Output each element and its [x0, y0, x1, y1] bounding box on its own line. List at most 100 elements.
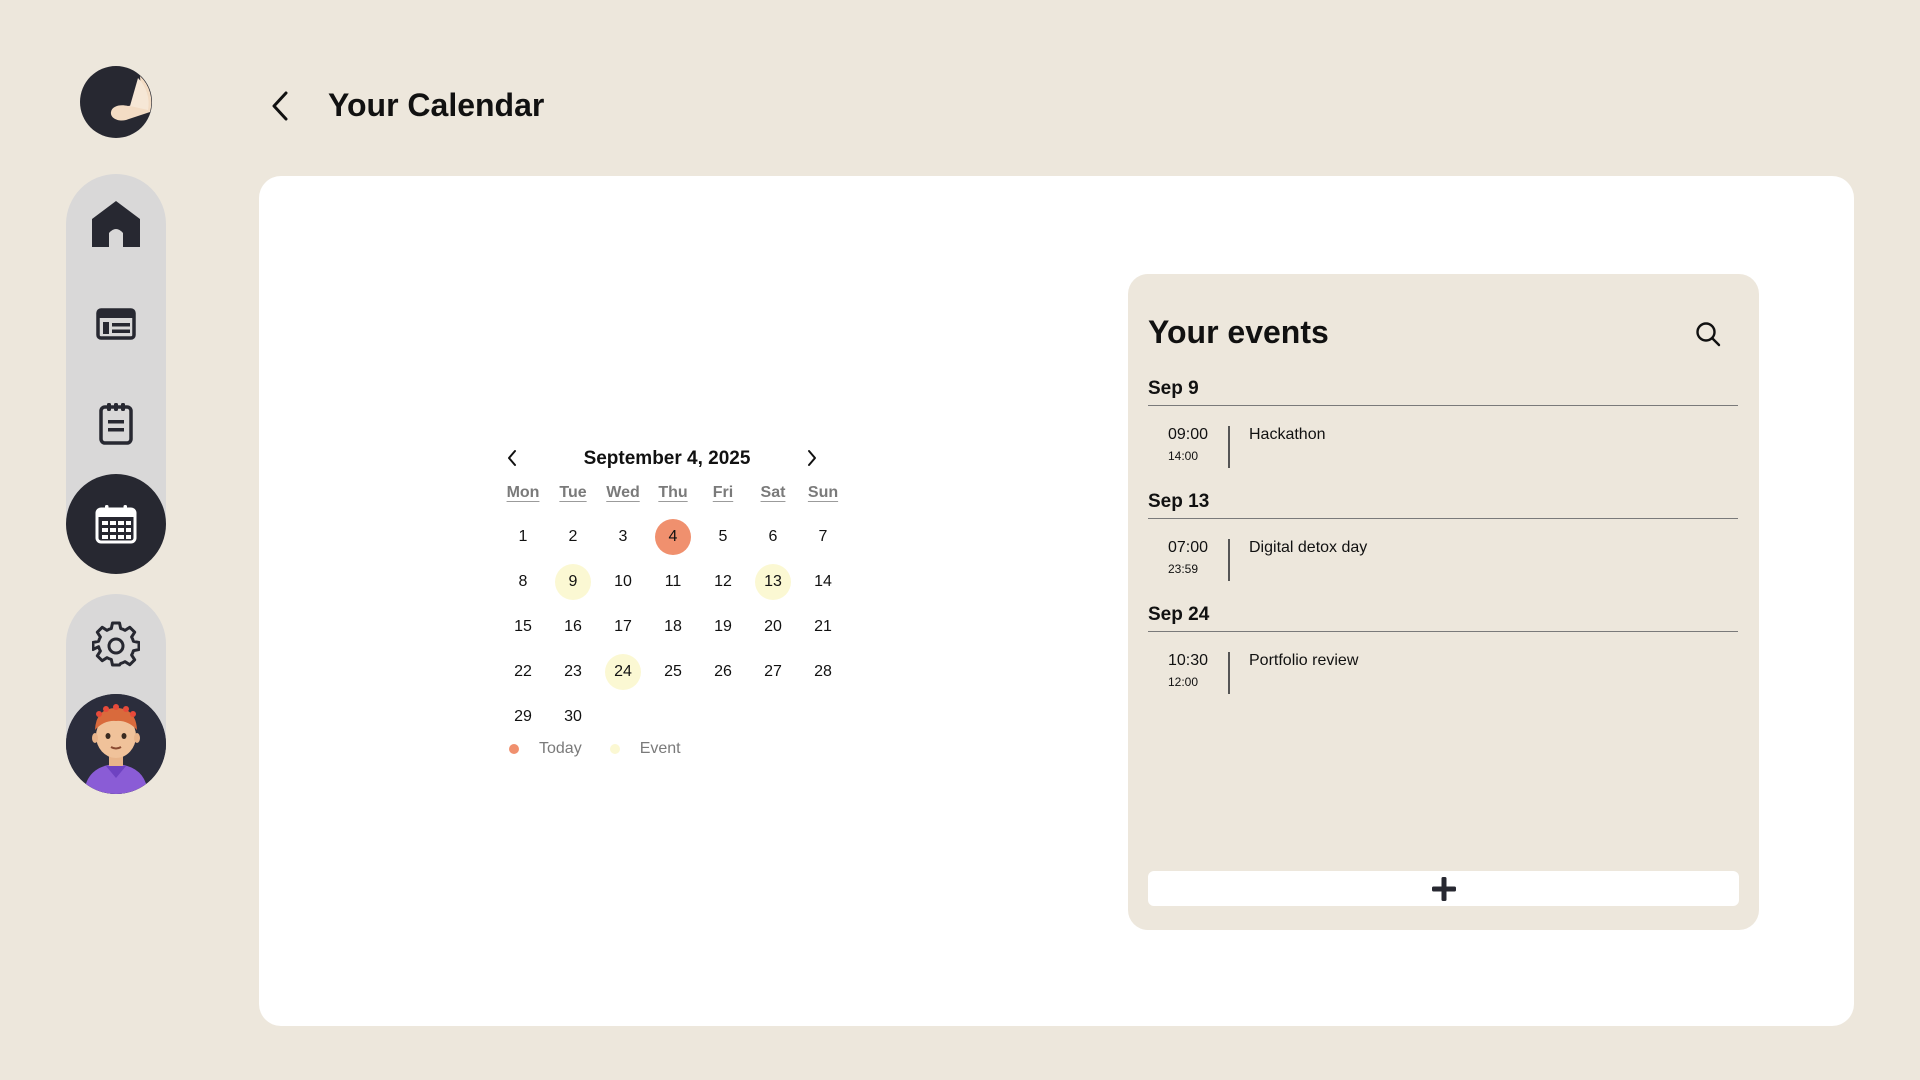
day-number: 22 [514, 662, 532, 680]
weekday-label: Sat [760, 484, 786, 501]
day-number: 11 [664, 572, 682, 590]
sidebar-item-home[interactable] [66, 174, 166, 274]
sidebar-item-settings[interactable] [66, 594, 166, 694]
day-number: 8 [518, 572, 528, 590]
event-legend-label: Event [639, 740, 681, 757]
day-number: 18 [664, 617, 682, 635]
calendar-day[interactable]: 29 [498, 694, 548, 739]
event-start-time: 10:30 [1168, 652, 1209, 669]
calendar-day[interactable]: 15 [498, 604, 548, 649]
event-start-time: 07:00 [1168, 539, 1209, 556]
calendar-day-event[interactable]: 13 [748, 559, 798, 604]
sidebar-item-calendar[interactable] [66, 474, 166, 574]
calendar-day[interactable]: 18 [648, 604, 698, 649]
day-number: 5 [718, 527, 728, 545]
calendar-day[interactable]: 1 [498, 514, 548, 559]
app-page: Your Calendar September 4, 2025 Mon Tue … [0, 0, 1920, 1080]
next-month-button[interactable] [798, 444, 826, 472]
event-group-date: Sep 9 [1148, 378, 1738, 406]
day-number: 9 [555, 563, 591, 600]
event-name: Digital detox day [1249, 539, 1368, 556]
day-number: 24 [605, 653, 641, 690]
calendar-day[interactable]: 6 [748, 514, 798, 559]
calendar-day[interactable]: 25 [648, 649, 698, 694]
sidebar-item-list[interactable] [66, 274, 166, 374]
day-number: 30 [564, 707, 582, 725]
weekday-label: Fri [712, 484, 734, 501]
calendar-legend: Today Event [498, 740, 681, 758]
event-group: Sep 13 07:00 23:59 Digital detox day [1148, 491, 1738, 581]
today-legend-dot [509, 744, 519, 754]
calendar-header: September 4, 2025 [498, 440, 840, 476]
event-group: Sep 9 09:00 14:00 Hackathon [1148, 378, 1738, 468]
calendar-day[interactable]: 26 [698, 649, 748, 694]
calendar-day[interactable]: 5 [698, 514, 748, 559]
calendar-day[interactable]: 17 [598, 604, 648, 649]
chevron-left-icon [272, 91, 288, 121]
day-number: 15 [514, 617, 532, 635]
day-number: 26 [714, 662, 732, 680]
add-event-button[interactable] [1148, 871, 1739, 906]
calendar-day[interactable]: 16 [548, 604, 598, 649]
day-number: 4 [655, 518, 691, 555]
calendar-day[interactable]: 2 [548, 514, 598, 559]
calendar-day[interactable]: 7 [798, 514, 848, 559]
calendar-day[interactable]: 21 [798, 604, 848, 649]
calendar-day[interactable]: 20 [748, 604, 798, 649]
calendar-day[interactable]: 27 [748, 649, 798, 694]
calendar-day-event[interactable]: 24 [598, 649, 648, 694]
day-number: 6 [768, 527, 778, 545]
calendar-day[interactable]: 12 [698, 559, 748, 604]
day-number: 16 [564, 617, 582, 635]
calendar-day[interactable]: 19 [698, 604, 748, 649]
chevron-right-icon [808, 450, 816, 466]
event-legend-dot [609, 744, 620, 754]
calendar-day[interactable]: 22 [498, 649, 548, 694]
home-icon [92, 201, 140, 247]
calendar-day[interactable]: 28 [798, 649, 848, 694]
events-panel: Your events Sep 9 09:00 14:00 Hackathon … [1128, 274, 1759, 930]
calendar-day[interactable]: 3 [598, 514, 648, 559]
day-number: 10 [614, 572, 632, 590]
event-item[interactable]: 07:00 23:59 Digital detox day [1148, 531, 1738, 581]
day-number: 29 [514, 707, 532, 725]
event-item[interactable]: 10:30 12:00 Portfolio review [1148, 644, 1738, 694]
event-start-time: 09:00 [1168, 426, 1209, 443]
day-number: 21 [814, 617, 832, 635]
day-number: 28 [814, 662, 832, 680]
weekday-label: Mon [506, 484, 540, 501]
calendar-day[interactable]: 30 [548, 694, 598, 739]
today-legend-label: Today [539, 740, 582, 757]
weekday-label: Tue [559, 484, 587, 501]
weekday-label: Sun [807, 484, 839, 501]
event-divider [1228, 652, 1230, 694]
event-end-time: 12:00 [1168, 675, 1199, 689]
event-item[interactable]: 09:00 14:00 Hackathon [1148, 418, 1738, 468]
gear-icon [92, 621, 140, 667]
calendar-day[interactable]: 14 [798, 559, 848, 604]
event-end-time: 14:00 [1168, 449, 1199, 463]
app-logo [80, 66, 152, 138]
calendar-days-grid: 1 2 3 4 5 6 7 8 9 10 11 12 13 14 15 16 1… [498, 514, 848, 739]
user-avatar[interactable] [66, 694, 166, 794]
clipboard-icon [99, 403, 133, 445]
calendar-day-today[interactable]: 4 [648, 514, 698, 559]
calendar-day[interactable]: 11 [648, 559, 698, 604]
day-number: 1 [518, 527, 528, 545]
sidebar-item-notes[interactable] [66, 374, 166, 474]
calendar-widget: September 4, 2025 Mon Tue Wed Thu Fri Sa… [498, 440, 840, 757]
calendar-day[interactable]: 10 [598, 559, 648, 604]
day-number: 17 [614, 617, 632, 635]
search-icon [1696, 322, 1721, 347]
calendar-day[interactable]: 23 [548, 649, 598, 694]
search-button[interactable] [1690, 316, 1726, 352]
weekday-label: Wed [606, 484, 640, 501]
previous-month-button[interactable] [498, 444, 526, 472]
day-number: 23 [564, 662, 582, 680]
event-end-time: 23:59 [1168, 562, 1199, 576]
events-title: Your events [1148, 314, 1329, 350]
chevron-left-icon [508, 450, 516, 466]
calendar-day-event[interactable]: 9 [548, 559, 598, 604]
calendar-day[interactable]: 8 [498, 559, 548, 604]
back-button[interactable] [262, 88, 298, 124]
